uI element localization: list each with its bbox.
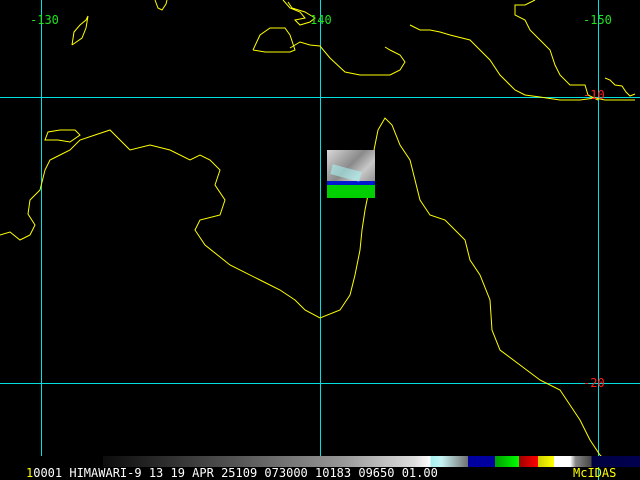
map-canvas (0, 0, 640, 480)
coastline-small-island (71, 15, 89, 46)
lon-label-150: -150 (583, 13, 612, 27)
lon-label-140: 140 (310, 13, 332, 27)
lon-label-130: -130 (30, 13, 59, 27)
image-info-line: 10001 HIMAWARI-9 13 19 APR 25109 073000 … (26, 467, 438, 480)
satellite-image-sector (327, 150, 375, 198)
mcidas-display: -130 140 -150 -10 -20 10001 HIMAWARI-9 1… (0, 0, 640, 480)
lat-label-20: -20 (583, 376, 605, 390)
coastline-new-guinea-main (289, 41, 406, 76)
coastline-island-north (154, 0, 168, 11)
lat-label-10: -10 (583, 88, 605, 102)
coastline-new-guinea-island (252, 27, 296, 53)
coastline-island-west (44, 129, 81, 143)
image-metadata: 0001 HIMAWARI-9 13 19 APR 25109 073000 1… (33, 466, 438, 480)
coastline-island-east (604, 77, 636, 97)
mcidas-brand: McIDAS (573, 466, 617, 480)
lat-lon-grid (0, 0, 640, 480)
coastlines (0, 0, 636, 466)
coastline-australia (0, 117, 611, 466)
